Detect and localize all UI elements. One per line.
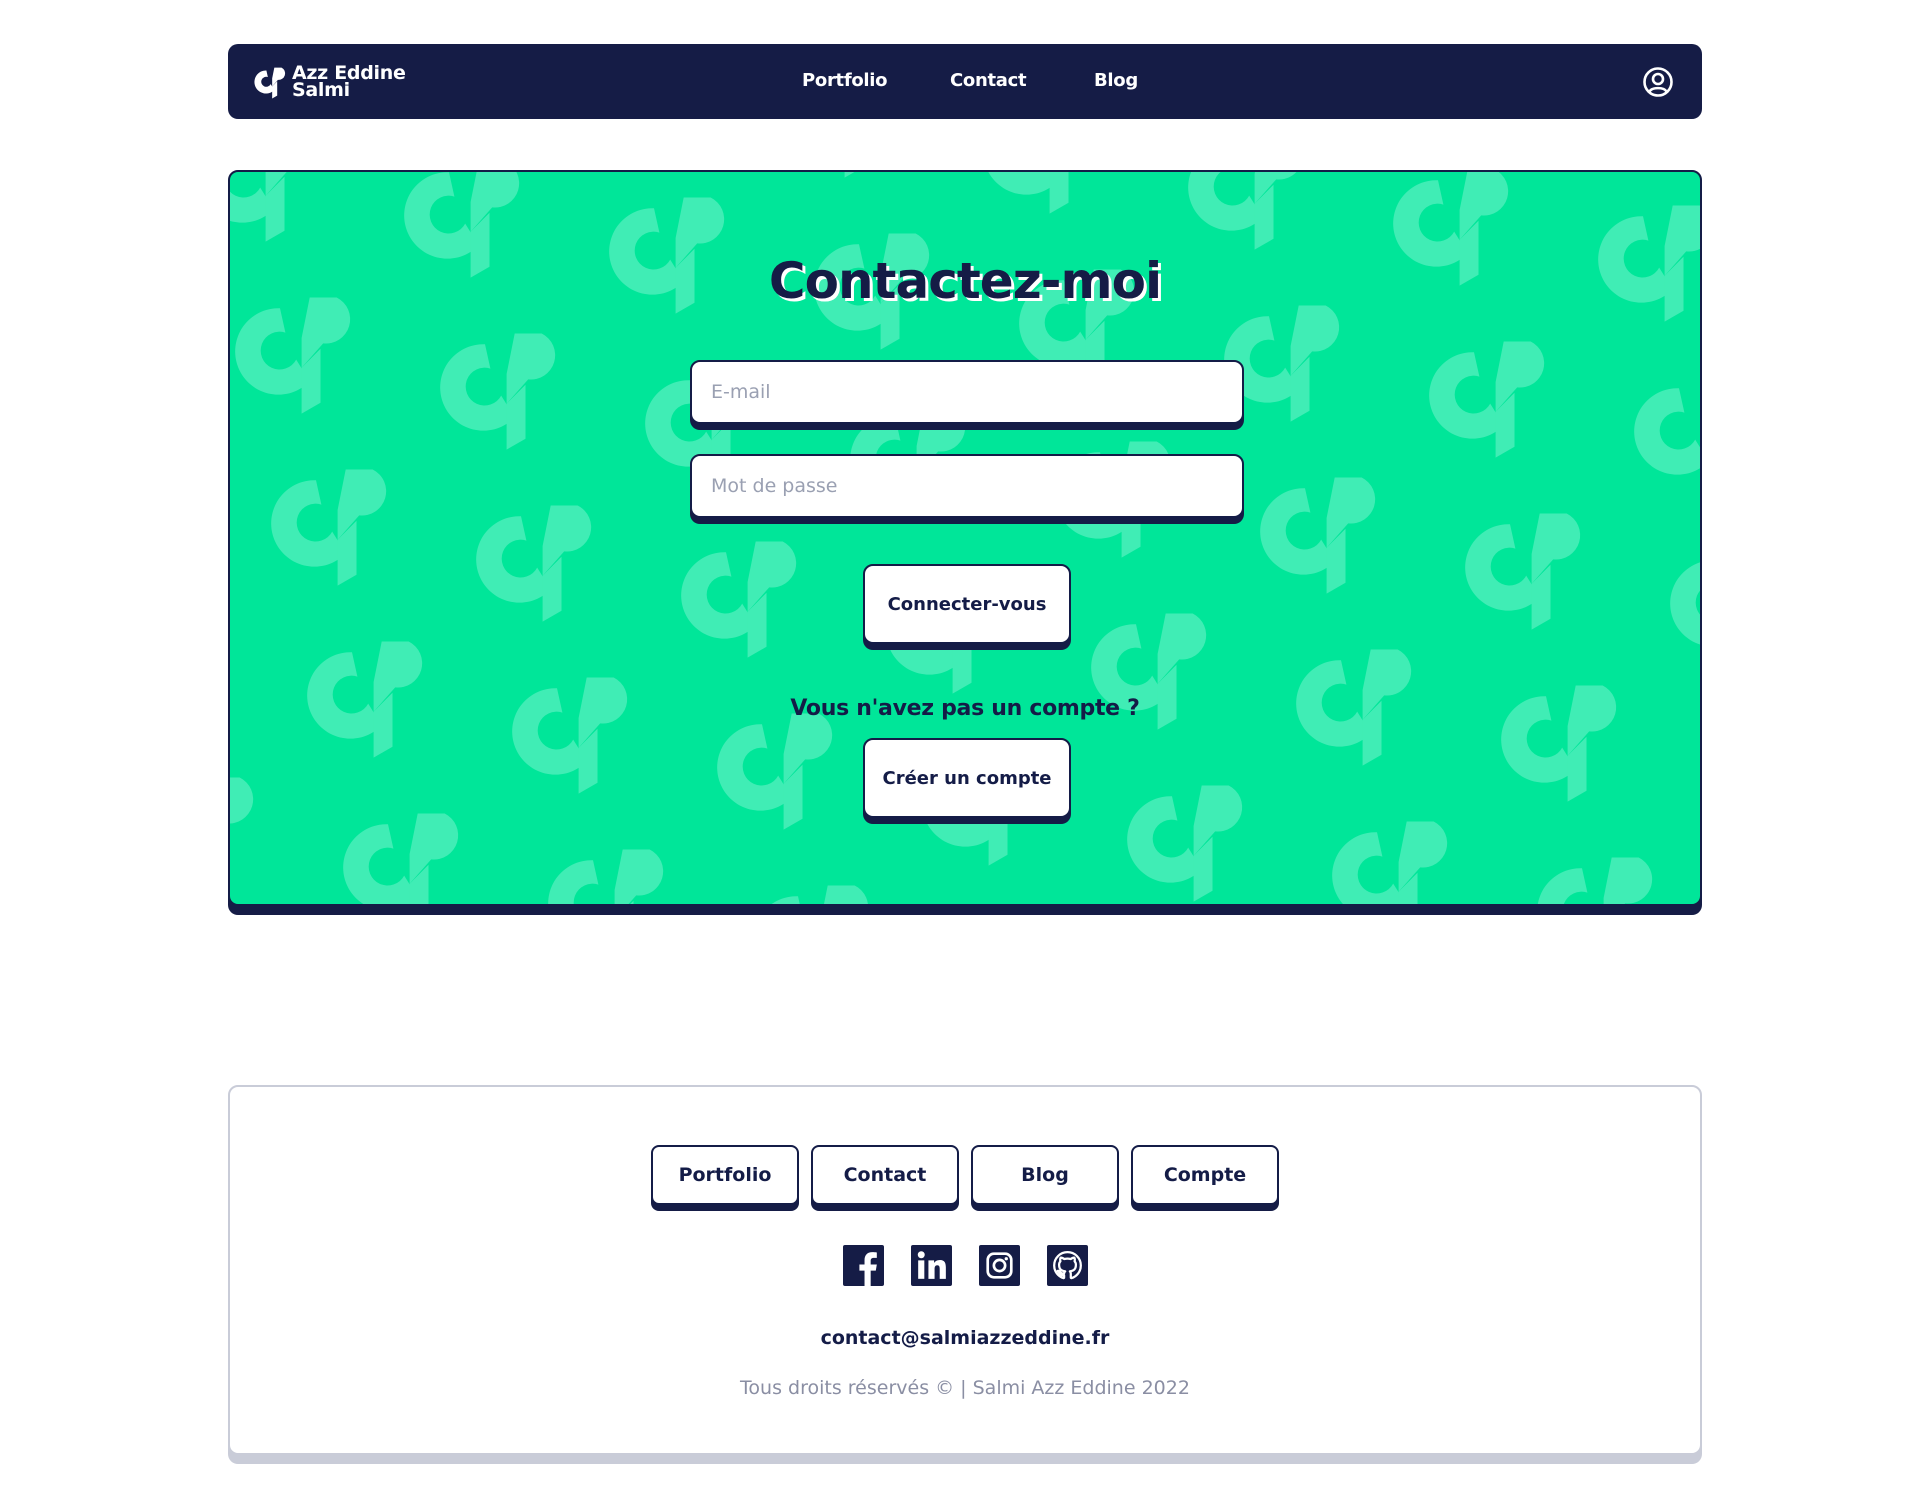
email-field[interactable]	[690, 360, 1244, 424]
footer-nav: Portfolio Contact Blog Compte	[230, 1145, 1700, 1205]
facebook-icon[interactable]	[842, 1245, 884, 1286]
logo-line-2: Salmi	[292, 79, 350, 101]
main-nav: Portfolio Contact Blog	[228, 44, 1702, 119]
brand-mark-icon	[254, 67, 286, 99]
password-field[interactable]	[690, 454, 1244, 518]
footer-link-account[interactable]: Compte	[1131, 1145, 1279, 1205]
user-circle-icon[interactable]	[1642, 66, 1674, 98]
contact-title: Contactez-moi	[768, 252, 1162, 310]
top-navbar: Azz Eddine Salmi Portfolio Contact Blog	[228, 44, 1702, 119]
create-account-button[interactable]: Créer un compte	[863, 738, 1071, 818]
nav-link-contact[interactable]: Contact	[950, 70, 1027, 91]
github-icon[interactable]	[1046, 1245, 1088, 1286]
copyright-text: Tous droits réservés © | Salmi Azz Eddin…	[740, 1377, 1190, 1399]
no-account-text: Vous n'avez pas un compte ?	[790, 696, 1140, 721]
site-footer: Portfolio Contact Blog Compte contact@sa…	[228, 1085, 1702, 1455]
nav-link-blog[interactable]: Blog	[1094, 70, 1138, 91]
site-logo[interactable]: Azz Eddine Salmi	[252, 62, 406, 102]
footer-link-contact[interactable]: Contact	[811, 1145, 959, 1205]
nav-link-portfolio[interactable]: Portfolio	[802, 70, 888, 91]
instagram-icon[interactable]	[978, 1245, 1020, 1286]
linkedin-icon[interactable]	[910, 1245, 952, 1286]
contact-card: Contactez-moi Connecter-vous Vous n'avez…	[228, 170, 1702, 906]
contact-email-link[interactable]: contact@salmiazzeddine.fr	[230, 1327, 1700, 1349]
logo-text: Azz Eddine Salmi	[292, 64, 406, 101]
footer-link-blog[interactable]: Blog	[971, 1145, 1119, 1205]
social-links	[230, 1245, 1700, 1286]
login-button[interactable]: Connecter-vous	[863, 564, 1071, 644]
footer-link-portfolio[interactable]: Portfolio	[651, 1145, 799, 1205]
